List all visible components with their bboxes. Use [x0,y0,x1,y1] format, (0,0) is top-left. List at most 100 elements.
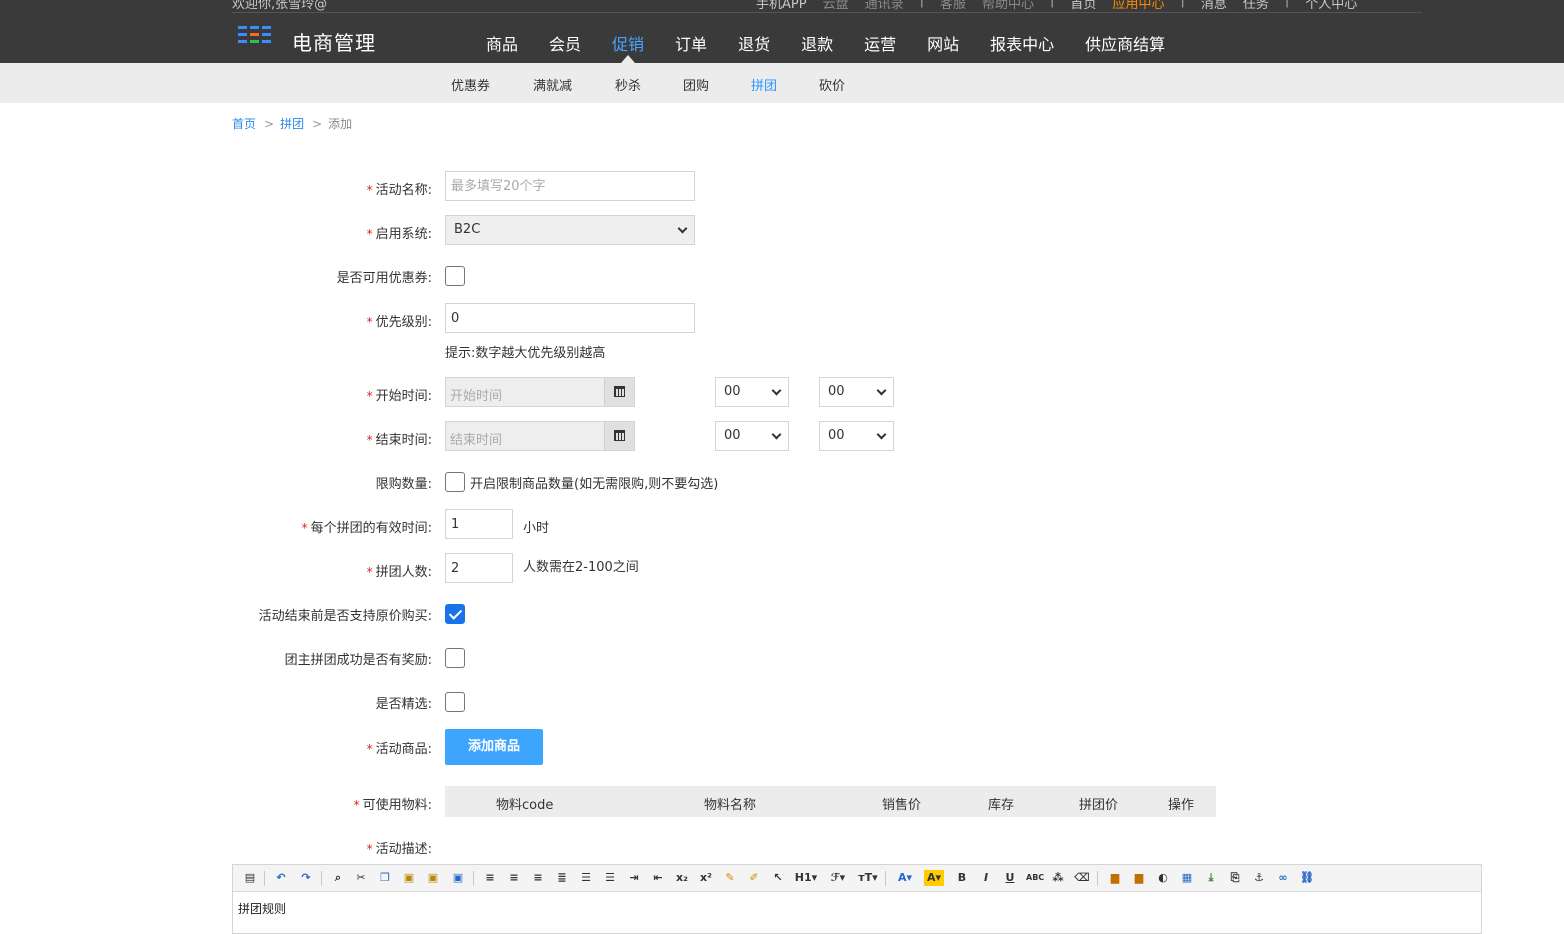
bold-icon[interactable]: B [954,870,970,886]
outdent-icon[interactable]: ⇤ [650,870,666,886]
table-icon[interactable]: ▦ [1179,870,1195,886]
subnav-item-bargain[interactable]: 砍价 [819,75,845,94]
breadcrumb-home[interactable]: 首页 [232,117,256,131]
activity-name-input[interactable] [445,171,695,201]
align-left-icon[interactable]: ≡ [482,870,498,886]
undo-icon[interactable]: ↶ [273,870,289,886]
start-hour-select[interactable]: 00 [715,377,789,407]
rich-text-editor[interactable]: ▤ ↶ ↷ ⌕ ✂ ❐ ▣ ▣ ▣ ≡ ≡ ≡ ≣ ☰ ☰ ⇥ ⇤ x₂ x² … [232,864,1482,934]
select-icon[interactable]: ↖ [770,870,786,886]
font-family-icon[interactable]: ℱ▾ [827,870,849,886]
page-break-icon[interactable]: ⎘ [1227,870,1243,886]
top-link-app[interactable]: 手机APP [756,0,807,12]
col-sale-price: 销售价 [882,798,922,813]
hr-icon[interactable]: ⁂ [1050,870,1066,886]
end-minute-select[interactable]: 00 [819,421,894,451]
align-center-icon[interactable]: ≡ [506,870,522,886]
eraser-icon[interactable]: ⌫ [1074,870,1090,886]
paste-icon[interactable]: ▣ [401,870,417,886]
valid-hours-input[interactable] [445,509,513,539]
system-select[interactable]: B2C [445,215,695,245]
top-link-service[interactable]: 客服 [940,0,966,12]
format-brush-icon[interactable]: ✐ [746,870,762,886]
top-link-contacts[interactable]: 通讯录 [865,0,904,12]
copy-icon[interactable]: ❐ [377,870,393,886]
nav-item-members[interactable]: 会员 [549,31,581,55]
nav-item-returns[interactable]: 退货 [738,31,770,55]
start-minute-select[interactable]: 00 [819,377,894,407]
end-calendar-button[interactable] [604,422,634,450]
priority-input[interactable] [445,303,695,333]
main-nav: 商品 会员 促销 订单 退货 退款 运营 网站 报表中心 供应商结算 [486,31,1196,63]
font-size-icon[interactable]: тT▾ [857,870,879,886]
subnav-item-group-buy[interactable]: 团购 [683,75,709,94]
unordered-list-icon[interactable]: ☰ [602,870,618,886]
top-link-divider: | [1180,0,1185,8]
insert-icon[interactable]: ⤓ [1203,870,1219,886]
italic-icon[interactable]: I [978,870,994,886]
ordered-list-icon[interactable]: ☰ [578,870,594,886]
start-time-input[interactable]: 开始时间 [445,377,635,407]
underline-icon[interactable]: U [1002,870,1018,886]
top-link-tasks[interactable]: 任务 [1243,0,1269,12]
heading-icon[interactable]: H1▾ [794,870,818,886]
top-link-app-center[interactable]: 应用中心 [1112,0,1164,12]
top-link-messages[interactable]: 消息 [1201,0,1227,12]
breadcrumb-separator: > [264,117,275,131]
nav-item-refunds[interactable]: 退款 [801,31,833,55]
highlight-icon[interactable]: A▾ [924,870,944,886]
top-link-home[interactable]: 首页 [1070,0,1096,12]
subnav-item-coupon[interactable]: 优惠券 [451,75,490,94]
activity-name-label: * 活动名称: [0,179,432,198]
add-product-button[interactable]: 添加商品 [445,729,543,765]
justify-icon[interactable]: ≣ [554,870,570,886]
clear-format-icon[interactable]: ✎ [722,870,738,886]
group-size-input[interactable] [445,553,513,583]
multi-image-icon[interactable]: ▆ [1131,870,1147,886]
end-hour-select[interactable]: 00 [715,421,789,451]
nav-item-supplier-settlement[interactable]: 供应商结算 [1085,31,1165,55]
align-right-icon[interactable]: ≡ [530,870,546,886]
top-link-profile[interactable]: 个人中心 [1305,0,1357,12]
limit-qty-checkbox[interactable] [445,472,465,492]
subnav-item-flash-sale[interactable]: 秒杀 [615,75,641,94]
flash-icon[interactable]: ◐ [1155,870,1171,886]
end-time-input[interactable]: 结束时间 [445,421,635,451]
start-calendar-button[interactable] [604,378,634,406]
source-icon[interactable]: ▤ [242,870,258,886]
nav-item-promotion[interactable]: 促销 [612,31,644,63]
superscript-icon[interactable]: x² [698,870,714,886]
top-link-cloud[interactable]: 云盘 [823,0,849,12]
font-color-icon[interactable]: A▾ [895,870,915,886]
nav-item-website[interactable]: 网站 [927,31,959,55]
leader-reward-checkbox[interactable] [445,648,465,668]
unlink-icon[interactable]: ⛓ [1299,870,1315,886]
logo-icon[interactable] [238,26,278,48]
link-icon[interactable]: ∞ [1275,870,1291,886]
cut-icon[interactable]: ✂ [353,870,369,886]
nav-item-orders[interactable]: 订单 [675,31,707,55]
coupon-usable-checkbox[interactable] [445,266,465,286]
top-link-help[interactable]: 帮助中心 [982,0,1034,12]
start-minute-value: 00 [828,384,845,399]
find-icon[interactable]: ⌕ [330,870,346,886]
editor-content[interactable]: 拼团规则 [238,900,286,917]
breadcrumb: 首页 > 拼团 > 添加 [232,115,352,132]
top-link-divider: | [1050,0,1055,8]
paste-word-icon[interactable]: ▣ [450,870,466,886]
subnav-item-group-deal[interactable]: 拼团 [751,75,777,94]
subscript-icon[interactable]: x₂ [674,870,690,886]
nav-item-operations[interactable]: 运营 [864,31,896,55]
anchor-icon[interactable]: ⚓ [1251,870,1267,886]
redo-icon[interactable]: ↷ [298,870,314,886]
original-price-checkbox[interactable] [445,604,465,624]
featured-checkbox[interactable] [445,692,465,712]
breadcrumb-section[interactable]: 拼团 [280,117,304,131]
strikethrough-icon[interactable]: ABC [1026,870,1044,886]
nav-item-reports[interactable]: 报表中心 [990,31,1054,55]
image-icon[interactable]: ▆ [1107,870,1123,886]
paste-text-icon[interactable]: ▣ [425,870,441,886]
nav-item-goods[interactable]: 商品 [486,31,518,55]
indent-icon[interactable]: ⇥ [626,870,642,886]
subnav-item-full-reduction[interactable]: 满就减 [533,75,572,94]
